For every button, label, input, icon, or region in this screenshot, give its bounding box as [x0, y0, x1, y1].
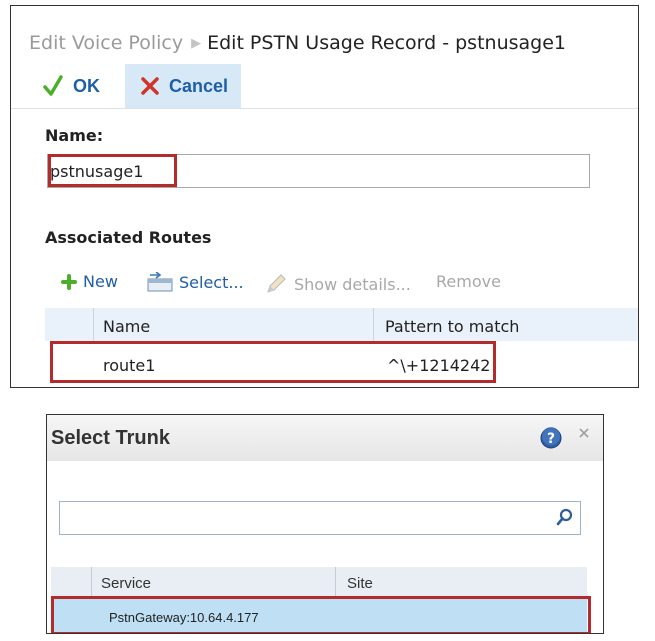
plus-icon [61, 273, 77, 290]
column-header-service[interactable]: Service [101, 575, 151, 592]
dialog-title: Select Trunk [51, 427, 170, 449]
cancel-x-icon [141, 77, 159, 95]
column-header-site[interactable]: Site [347, 575, 373, 592]
select-route-label: Select... [179, 272, 244, 292]
column-divider [335, 567, 336, 597]
associated-routes-heading: Associated Routes [45, 228, 212, 247]
select-route-button[interactable]: Select... [147, 272, 244, 292]
trunk-table-header: Service Site [51, 567, 587, 597]
cancel-label: Cancel [169, 75, 229, 96]
remove-route-button[interactable]: Remove [436, 272, 501, 291]
column-divider [93, 308, 94, 341]
select-icon [147, 272, 173, 292]
name-highlight-box [48, 154, 177, 187]
edit-pstn-usage-panel: Edit Voice Policy ▶ Edit PSTN Usage Record… [10, 5, 639, 388]
select-trunk-dialog: Select Trunk ? Service Site PstnGateway:… [46, 414, 604, 634]
toolbar: OK Cancel [11, 64, 638, 108]
new-route-button[interactable]: New [61, 272, 118, 291]
breadcrumb-arrow-icon: ▶ [191, 36, 202, 51]
ok-label: OK [73, 75, 100, 96]
cancel-button[interactable]: Cancel [125, 64, 241, 108]
toolbar-divider [11, 108, 638, 109]
close-icon[interactable] [578, 427, 590, 443]
column-header-pattern[interactable]: Pattern to match [385, 317, 519, 336]
route-highlight-box [50, 341, 496, 383]
dialog-title-bar: Select Trunk ? [47, 415, 603, 461]
search-icon[interactable] [556, 508, 574, 530]
breadcrumb-parent-link[interactable]: Edit Voice Policy [29, 32, 183, 54]
check-icon [43, 75, 63, 97]
page-title: Edit PSTN Usage Record - pstnusage1 [207, 32, 566, 54]
show-details-button[interactable]: Show details... [264, 272, 411, 296]
pencil-icon [264, 272, 288, 296]
name-label: Name: [45, 126, 104, 145]
search-input[interactable] [59, 501, 581, 535]
help-icon[interactable]: ? [540, 427, 562, 453]
svg-text:?: ? [547, 431, 555, 447]
trunk-highlight-box [51, 596, 591, 633]
routes-table-header: Name Pattern to match [45, 308, 638, 341]
column-divider [91, 567, 92, 597]
breadcrumb: Edit Voice Policy ▶ Edit PSTN Usage Record… [29, 32, 566, 54]
remove-route-label: Remove [436, 272, 501, 291]
column-divider [373, 308, 374, 341]
new-route-label: New [83, 272, 118, 291]
ok-button[interactable]: OK [43, 64, 100, 108]
column-header-name[interactable]: Name [103, 317, 150, 336]
show-details-label: Show details... [294, 274, 411, 294]
